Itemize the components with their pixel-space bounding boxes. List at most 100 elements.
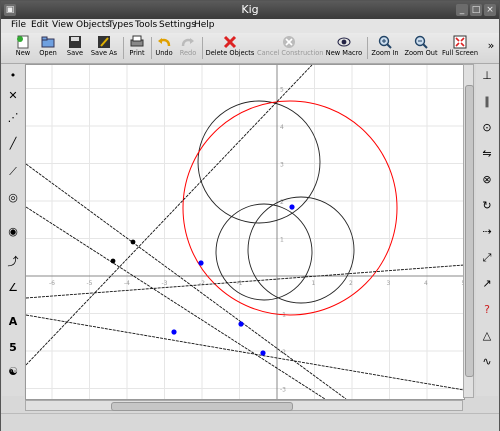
scale-icon[interactable]: ⤢ [479, 250, 495, 266]
minimize-icon[interactable]: _ [456, 4, 468, 16]
cancel-construction-button[interactable]: Cancel Construction [257, 35, 323, 62]
x-tick-label: -6 [49, 280, 55, 287]
undo-button[interactable]: Undo [153, 35, 175, 62]
print-button[interactable]: Print [126, 35, 148, 62]
main-toolbar: New Open Save Save As Print Undo Redo De… [1, 33, 499, 64]
maximize-icon[interactable]: □ [470, 4, 482, 16]
full-screen-button[interactable]: Full Screen [441, 35, 479, 62]
delete-objects-button[interactable]: Delete Objects [205, 35, 255, 62]
title-bar[interactable]: ▣ Kig _ □ × [1, 1, 499, 19]
point-icon[interactable]: • [5, 68, 21, 84]
menu-settings[interactable]: Settings [159, 20, 196, 30]
menu-view[interactable]: View [52, 20, 73, 30]
point-on-line-icon[interactable]: ✕ [5, 88, 21, 104]
save-icon [69, 36, 81, 48]
vertical-scrollbar[interactable] [463, 64, 474, 398]
construction-line[interactable] [26, 314, 464, 391]
segment-icon[interactable]: ╱ [5, 136, 21, 152]
locus-icon[interactable]: ⤴ [5, 254, 21, 270]
mirror-icon[interactable]: ⇋ [479, 146, 495, 162]
x-tick-label: -4 [124, 280, 130, 287]
perpendicular-icon[interactable]: ⊥ [479, 68, 495, 84]
intersection-icon[interactable]: ⊗ [479, 172, 495, 188]
horizontal-scrollbar[interactable] [25, 400, 463, 411]
x-tick-label: 1 [312, 280, 316, 287]
open-button[interactable]: Open [36, 35, 60, 62]
circle-center-icon[interactable]: ⊙ [479, 120, 495, 136]
window-title: Kig [241, 3, 259, 16]
toolbar-overflow-button[interactable]: » [485, 39, 497, 66]
blue-point[interactable] [238, 321, 244, 327]
x-tick-label: 4 [424, 280, 428, 287]
construction-line[interactable] [26, 65, 313, 366]
angle-icon[interactable]: ∠ [5, 280, 21, 296]
conic-icon[interactable]: ◉ [5, 224, 21, 240]
x-tick-label: -2 [199, 280, 205, 287]
menu-objects[interactable]: Objects [76, 20, 110, 30]
blue-point[interactable] [260, 350, 266, 356]
vertical-scroll-thumb[interactable] [465, 85, 474, 377]
black-point[interactable] [130, 239, 136, 245]
delete-icon [223, 35, 237, 49]
menu-bar: File Edit View Objects Types Tools Setti… [1, 19, 499, 33]
construction-line[interactable] [26, 163, 347, 399]
save-button[interactable]: Save [63, 35, 87, 62]
zoom-in-icon [378, 35, 392, 49]
toolbar-separator [202, 37, 203, 59]
menu-help[interactable]: Help [194, 20, 215, 30]
left-object-toolbar: • ✕ ⋰ ╱ ⟋ ◎ ◉ ⤴ ∠ A 5 ☯ [2, 64, 24, 396]
zoom-out-button[interactable]: Zoom Out [404, 35, 438, 62]
zoom-in-button[interactable]: Zoom In [369, 35, 401, 62]
black-point[interactable] [110, 258, 116, 264]
new-macro-button[interactable]: New Macro [324, 35, 364, 62]
close-icon[interactable]: × [484, 4, 496, 16]
fullscreen-icon [453, 35, 467, 49]
y-tick-label: -3 [280, 387, 286, 394]
save-as-button[interactable]: Save As [89, 35, 119, 62]
x-tick-label: 2 [349, 280, 353, 287]
geometry-canvas[interactable]: -6-5-4-3-2-11234554321-1-2-3 [25, 64, 465, 400]
new-button[interactable]: New [11, 35, 35, 62]
redo-button[interactable]: Redo [177, 35, 199, 62]
midpoint-icon[interactable]: ⋰ [5, 110, 21, 126]
right-object-toolbar: ⊥ ∥ ⊙ ⇋ ⊗ ↻ ⇢ ⤢ ↗ ? △ ∿ [476, 64, 498, 396]
menu-file[interactable]: File [11, 20, 26, 30]
toolbar-separator [367, 37, 368, 59]
line-icon[interactable]: ⟋ [5, 164, 21, 180]
numeric-label-icon[interactable]: 5 [5, 340, 21, 356]
black-circle[interactable] [247, 196, 355, 304]
rotation-icon[interactable]: ↻ [479, 198, 495, 214]
menu-tools[interactable]: Tools [135, 20, 157, 30]
new-icon [17, 35, 29, 49]
python-script-icon[interactable]: ☯ [5, 364, 21, 380]
y-tick-label: 4 [280, 124, 284, 131]
toolbar-separator [151, 37, 152, 59]
blue-point[interactable] [171, 329, 177, 335]
circle-icon[interactable]: ◎ [5, 190, 21, 206]
blue-point[interactable] [198, 260, 204, 266]
kig-window: ▣ Kig _ □ × File Edit View Objects Types… [0, 0, 500, 431]
polygon-icon[interactable]: △ [479, 328, 495, 344]
redo-icon [181, 38, 194, 47]
blue-point[interactable] [289, 204, 295, 210]
black-circle[interactable] [215, 203, 313, 301]
x-tick-label: -5 [87, 280, 93, 287]
canvas-drawing[interactable]: -6-5-4-3-2-11234554321-1-2-3 [26, 65, 464, 399]
macro-icon [337, 37, 351, 47]
cancel-icon [283, 36, 295, 48]
y-tick-label: 3 [280, 162, 284, 169]
menu-edit[interactable]: Edit [31, 20, 48, 30]
bezier-icon[interactable]: ∿ [479, 354, 495, 370]
open-icon [41, 36, 55, 48]
x-tick-label: -1 [237, 280, 243, 287]
x-tick-label: -3 [162, 280, 168, 287]
vector-icon[interactable]: ↗ [479, 276, 495, 292]
test-icon[interactable]: ? [479, 302, 495, 318]
print-icon [130, 35, 144, 47]
y-tick-label: 5 [280, 87, 284, 94]
parallel-icon[interactable]: ∥ [479, 94, 495, 110]
menu-types[interactable]: Types [108, 20, 133, 30]
text-label-icon[interactable]: A [5, 314, 21, 330]
translation-icon[interactable]: ⇢ [479, 224, 495, 240]
horizontal-scroll-thumb[interactable] [111, 402, 293, 411]
